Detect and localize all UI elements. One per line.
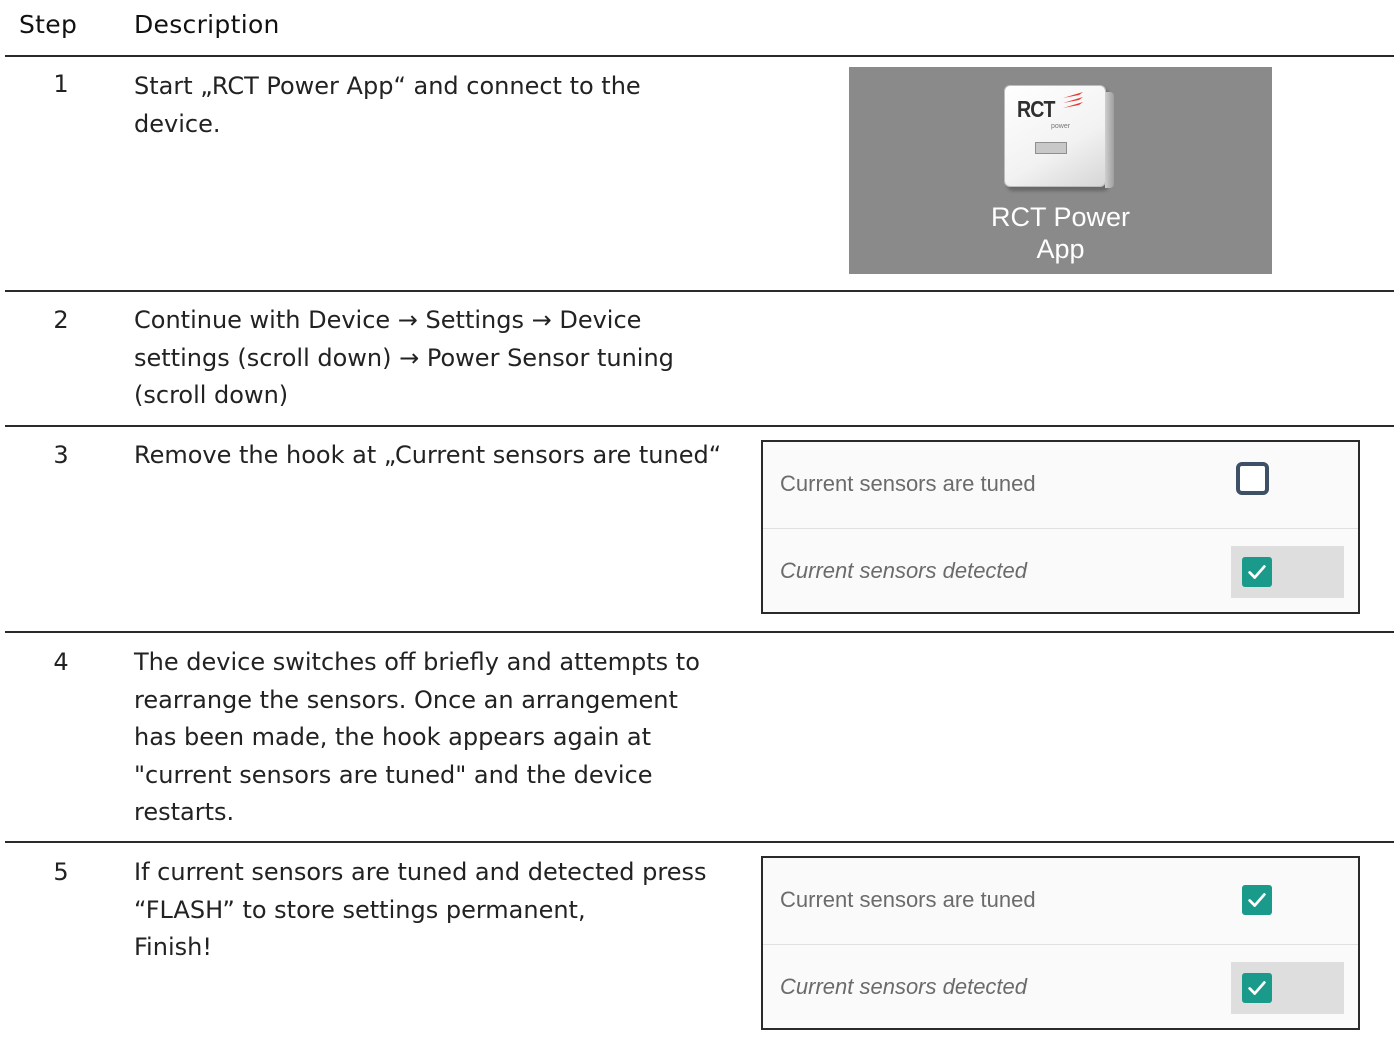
tuned-checkbox-unchecked[interactable] xyxy=(1236,462,1269,495)
detected-label: Current sensors detected xyxy=(780,974,1028,999)
detected-checkbox-disabled-area xyxy=(1231,546,1344,598)
app-label: RCT Power App xyxy=(990,202,1131,264)
step-description-3: Remove the hook at „Current sensors are … xyxy=(134,441,722,469)
rct-logo-flag-icon xyxy=(1063,92,1083,108)
check-icon xyxy=(1242,973,1272,1003)
rct-logo: RCT xyxy=(1017,96,1055,122)
detected-row: Current sensors detected xyxy=(763,529,1358,615)
header-rule xyxy=(5,55,1394,57)
rct-power-app-tile[interactable]: RCT power RCT Power App xyxy=(849,67,1272,274)
row-rule-2 xyxy=(5,425,1394,427)
tuned-row[interactable]: Current sensors are tuned xyxy=(763,858,1358,945)
detected-checkbox-disabled-area xyxy=(1231,962,1344,1014)
check-icon xyxy=(1242,557,1272,587)
tuned-label: Current sensors are tuned xyxy=(780,887,1036,912)
step-number-2: 2 xyxy=(53,306,69,334)
tuned-label: Current sensors are tuned xyxy=(780,471,1036,496)
rct-logo-sub: power xyxy=(1051,123,1071,130)
step-number-1: 1 xyxy=(53,70,69,98)
step-number-3: 3 xyxy=(53,441,69,469)
sensor-settings-panel-step3: Current sensors are tuned Current sensor… xyxy=(761,440,1360,614)
tuned-row[interactable]: Current sensors are tuned xyxy=(763,442,1358,529)
sensor-settings-panel-step5: Current sensors are tuned Current sensor… xyxy=(761,856,1360,1030)
detected-row: Current sensors detected xyxy=(763,945,1358,1031)
step-description-2: Continue with Device → Settings → Device… xyxy=(134,306,674,409)
step-description-4: The device switches off briefly and atte… xyxy=(134,648,700,826)
step-number-5: 5 xyxy=(53,858,69,886)
row-rule-3 xyxy=(5,631,1394,633)
step-description-1: Start „RCT Power App“ and connect to the… xyxy=(134,72,641,138)
device-display xyxy=(1035,142,1067,154)
header-step: Step xyxy=(19,10,78,39)
detected-label: Current sensors detected xyxy=(780,558,1028,583)
tuned-check-icon[interactable] xyxy=(1242,885,1272,915)
step-description-5: If current sensors are tuned and detecte… xyxy=(134,858,707,961)
inverter-device-icon: RCT power xyxy=(1004,85,1114,188)
row-rule-1 xyxy=(5,290,1394,292)
header-description: Description xyxy=(134,10,280,39)
row-rule-4 xyxy=(5,841,1394,843)
step-number-4: 4 xyxy=(53,648,69,676)
